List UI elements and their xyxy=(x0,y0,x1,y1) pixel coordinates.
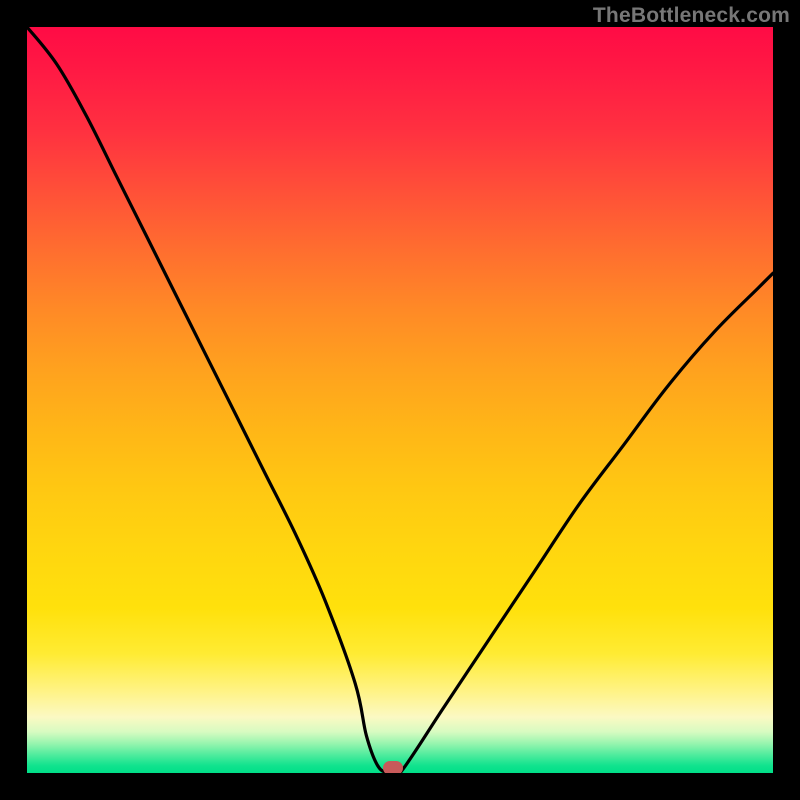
watermark-text: TheBottleneck.com xyxy=(593,4,790,28)
bottleneck-marker xyxy=(383,761,403,773)
line-chart xyxy=(27,27,773,773)
bottleneck-curve-path xyxy=(27,27,773,773)
chart-frame: TheBottleneck.com xyxy=(0,0,800,800)
plot-area xyxy=(27,27,773,773)
